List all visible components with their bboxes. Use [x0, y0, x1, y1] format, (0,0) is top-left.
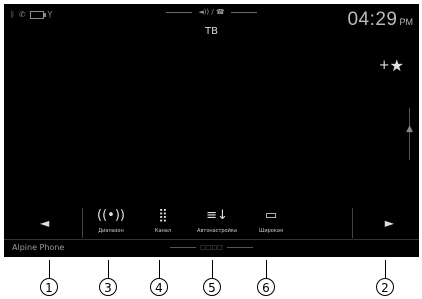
diapazon-button[interactable]: ((•)) Диапазон — [90, 206, 132, 238]
callout-line — [108, 260, 109, 278]
callout-line — [266, 260, 267, 278]
diapazon-label: Диапазон — [98, 228, 124, 234]
plus-icon: + — [378, 58, 390, 73]
callout-number: 5 — [203, 278, 221, 296]
audio-phone-indicator: ◄)) / ☎ — [198, 8, 225, 16]
callout-number: 4 — [150, 278, 168, 296]
kanal-button[interactable]: ⣿ Канал — [142, 206, 184, 238]
callout-line — [385, 260, 386, 278]
callout-line — [49, 260, 50, 278]
auto-tune-icon: ≡↓ — [206, 208, 228, 223]
page-indicator: □□□□ — [4, 244, 419, 251]
callout-number: 3 — [99, 278, 117, 296]
next-page-button[interactable]: ► — [385, 216, 394, 230]
divider — [352, 208, 353, 238]
callout-number: 2 — [376, 278, 394, 296]
callout-line — [212, 260, 213, 278]
page-dots: □□□□ — [200, 244, 223, 251]
scroll-track[interactable] — [409, 108, 410, 160]
add-favorite-button[interactable]: +★ — [379, 56, 404, 75]
callout-number: 6 — [257, 278, 275, 296]
prev-page-button[interactable]: ◄ — [40, 216, 49, 230]
star-icon: ★ — [389, 56, 404, 75]
clock: 04:29 PM — [347, 9, 413, 31]
kanal-label: Канал — [154, 228, 172, 234]
clock-ampm: PM — [399, 17, 414, 27]
head-unit-screen: ᛒ ✆ Ỵ ◄)) / ☎ ТВ 04:29 PM +★ ▲ ◄ ((•)) Ди… — [4, 4, 419, 257]
widescreen-icon: ▭ — [264, 208, 278, 223]
autonastroika-button[interactable]: ≡↓ Автонастройка — [196, 206, 238, 238]
callout-number: 1 — [40, 278, 58, 296]
clock-time: 04:29 — [347, 9, 398, 30]
keypad-icon: ⣿ — [158, 208, 168, 223]
callout-line — [159, 260, 160, 278]
scroll-up-icon[interactable]: ▲ — [406, 124, 413, 134]
divider — [82, 208, 83, 238]
shirokaya-button[interactable]: ▭ Широкая — [250, 206, 292, 238]
bottom-divider — [4, 239, 419, 240]
autonastroika-label: Автонастройка — [197, 228, 237, 234]
function-toolbar: ◄ ((•)) Диапазон ⣿ Канал ≡↓ Автонастройк… — [4, 202, 419, 238]
antenna-icon: ((•)) — [97, 208, 125, 223]
shirokaya-label: Широкая — [259, 228, 283, 234]
